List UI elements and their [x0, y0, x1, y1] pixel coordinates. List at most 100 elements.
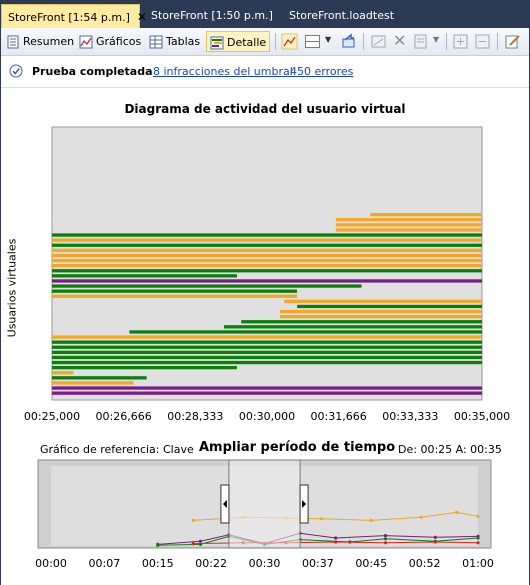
activity-bar: [224, 325, 482, 329]
toolbar-separator: [497, 33, 498, 50]
graphs-label: Gráficos: [96, 35, 142, 48]
detail-button[interactable]: Detalle: [206, 31, 271, 52]
activity-bar: [52, 243, 482, 247]
zoom-overview-chart: [37, 459, 492, 549]
overview-x-tick-label: 00:37: [302, 557, 334, 570]
activity-bar: [52, 284, 362, 288]
series-point: [383, 537, 388, 541]
overview-x-tick-label: 00:22: [195, 557, 227, 570]
threshold-violations-link[interactable]: 8 infracciones del umbral: [153, 65, 293, 78]
layout-icon[interactable]: [304, 33, 321, 50]
tab-label: StoreFront [1:54 p.m.]: [8, 11, 130, 24]
document-tab-strip: StoreFront [1:54 p.m.] ✕ StoreFront [1:50…: [0, 0, 530, 28]
toolbar-separator: [446, 33, 447, 50]
activity-bar: [52, 366, 237, 370]
zoom-in-icon[interactable]: [452, 33, 469, 50]
activity-bar: [52, 371, 74, 375]
overview-x-tick-label: 01:00: [462, 557, 494, 570]
activity-bar: [52, 294, 298, 298]
detail-label: Detalle: [227, 36, 267, 49]
toolbar: Resumen Gráficos Tablas Detalle ▼ ✕ ▼: [1, 28, 529, 56]
activity-bar: [52, 269, 482, 273]
series-point: [476, 514, 480, 518]
test-status-text: Prueba completada: [32, 65, 153, 78]
x-tick-label: 00:35,000: [453, 410, 511, 423]
series-point: [156, 543, 160, 547]
summary-label: Resumen: [23, 35, 75, 48]
y-axis-label: Usuarios virtuales: [5, 228, 19, 348]
overview-x-tick-label: 00:00: [35, 557, 67, 570]
errors-link[interactable]: 450 errores: [290, 65, 353, 78]
activity-bar: [279, 315, 482, 319]
edit-icon[interactable]: [504, 33, 521, 50]
virtual-user-activity-chart: [51, 126, 483, 401]
selection-window[interactable]: [228, 459, 301, 549]
delete-icon[interactable]: ✕: [393, 31, 406, 50]
activity-bar: [297, 304, 482, 309]
series-point: [433, 540, 437, 544]
chevron-down-icon[interactable]: ▼: [325, 35, 331, 44]
x-tick-label: 00:31,666: [310, 410, 367, 423]
activity-bar: [52, 238, 482, 242]
activity-bar: [335, 223, 482, 227]
activity-bar: [52, 289, 298, 293]
reference-graph-label: Gráfico de referencia: Clave: [40, 443, 194, 456]
properties-icon[interactable]: [412, 33, 429, 50]
series-point: [334, 540, 338, 544]
activity-bar: [335, 228, 482, 232]
chevron-down-icon[interactable]: ▼: [433, 35, 439, 44]
overview-x-tick-label: 00:30: [248, 557, 281, 570]
load-test-document: Resumen Gráficos Tablas Detalle ▼ ✕ ▼ Pr…: [1, 28, 529, 585]
activity-bar: [52, 350, 482, 354]
series-point: [455, 510, 459, 514]
overview-x-tick-label: 00:45: [355, 557, 388, 570]
activity-bar: [52, 360, 482, 365]
activity-bar: [129, 330, 482, 334]
activity-bar: [52, 233, 482, 237]
chart-options-icon[interactable]: [281, 33, 298, 50]
right-resize-handle[interactable]: [299, 484, 309, 524]
summary-button[interactable]: Resumen: [3, 31, 77, 52]
activity-bar: [52, 340, 482, 344]
activity-bar: [370, 213, 482, 217]
activity-bar: [241, 320, 482, 324]
x-tick-label: 00:28,333: [167, 410, 224, 423]
left-resize-handle[interactable]: [220, 484, 230, 524]
activity-bar: [335, 218, 482, 222]
zoom-out-icon[interactable]: [474, 33, 491, 50]
graphs-button[interactable]: Gráficos: [76, 31, 144, 52]
x-tick-label: 00:25,000: [23, 410, 81, 423]
toolbar-separator: [363, 33, 364, 50]
series-point: [476, 541, 480, 545]
detail-icon: [210, 36, 224, 50]
overview-x-tick-label: 00:15: [141, 557, 174, 570]
activity-bar: [52, 386, 482, 390]
chart-title: Diagrama de actividad del usuario virtua…: [124, 102, 406, 116]
add-counter-icon[interactable]: [370, 33, 387, 50]
activity-bar: [52, 248, 482, 252]
activity-bar: [52, 376, 147, 380]
activity-bar: [52, 258, 482, 263]
tab-label: StoreFront.loadtest: [289, 9, 395, 22]
overview-x-tick-label: 00:52: [408, 557, 441, 570]
activity-bar: [52, 391, 482, 395]
series-point: [419, 515, 423, 519]
activity-bar: [52, 381, 134, 385]
tab-storefront-154[interactable]: StoreFront [1:54 p.m.] ✕: [1, 4, 147, 28]
check-icon: [9, 64, 23, 78]
series-point: [369, 518, 373, 522]
x-tick-label: 00:26,666: [95, 410, 152, 423]
series-point: [476, 536, 480, 540]
toolbar-separator: [275, 33, 276, 50]
activity-bar: [279, 309, 482, 314]
series-point: [383, 534, 388, 538]
series-point: [319, 517, 324, 521]
tab-storefront-loadtest[interactable]: StoreFront.loadtest: [283, 4, 400, 28]
activity-bar: [52, 264, 482, 268]
tables-button[interactable]: Tablas: [146, 31, 203, 52]
tab-storefront-150[interactable]: StoreFront [1:50 p.m.]: [145, 4, 279, 28]
x-tick-label: 00:30,000: [238, 410, 296, 423]
export-icon[interactable]: [340, 33, 357, 50]
series-point: [191, 542, 195, 546]
tab-label: StoreFront [1:50 p.m.]: [151, 9, 273, 22]
